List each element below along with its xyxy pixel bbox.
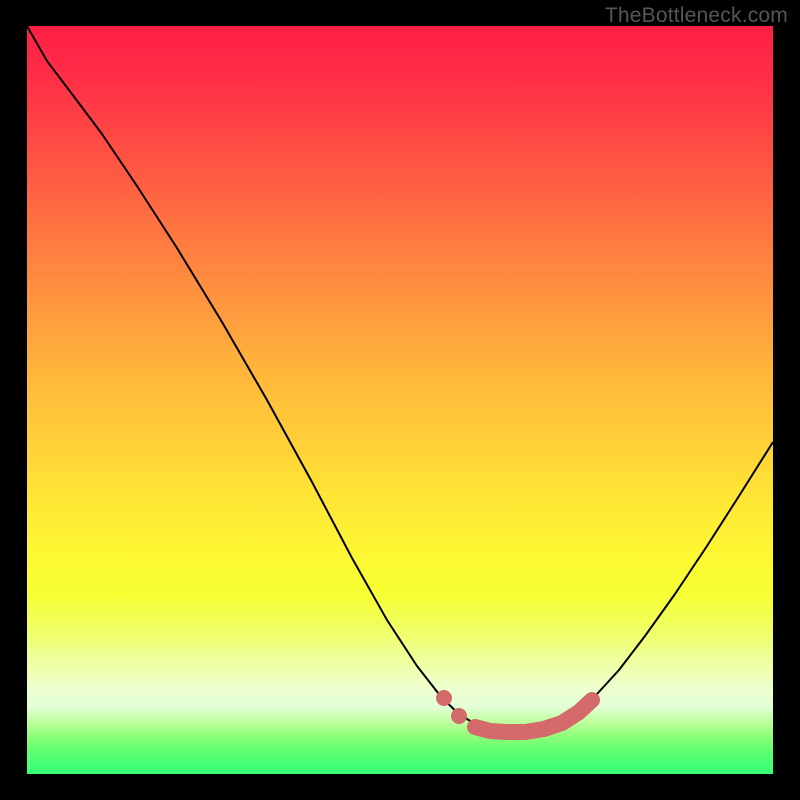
- highlight-dot: [436, 690, 452, 706]
- watermark-text: TheBottleneck.com: [605, 4, 788, 28]
- optimal-range-highlight: [475, 700, 592, 732]
- highlight-dot: [451, 708, 467, 724]
- chart-frame: TheBottleneck.com: [0, 0, 800, 800]
- bottleneck-curve: [27, 26, 773, 731]
- chart-plot-area: [27, 26, 773, 774]
- chart-svg: [27, 26, 773, 774]
